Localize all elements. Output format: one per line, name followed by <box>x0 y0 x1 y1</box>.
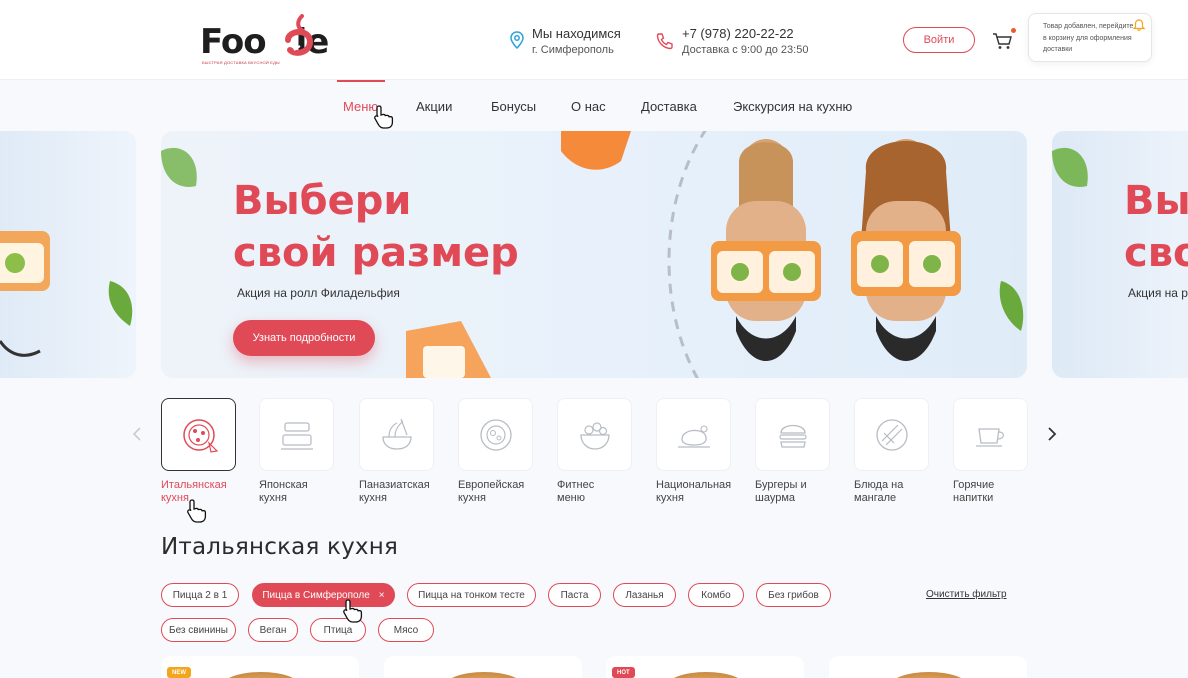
badge-hot: HOT <box>612 667 635 678</box>
location-title: Мы находимся <box>532 26 621 41</box>
banner-prev[interactable] <box>0 131 136 378</box>
grill-icon <box>875 418 908 451</box>
food-image <box>889 672 969 678</box>
banner-next[interactable]: Выб сво Акция на р <box>1052 131 1188 378</box>
location-block: Мы находимся г. Симферополь <box>510 26 621 56</box>
hand-cursor-icon <box>187 499 207 523</box>
bell-icon <box>1132 19 1146 31</box>
filter-chip[interactable]: Мясо <box>378 618 434 642</box>
nav-item-kitchen-tour[interactable]: Экскурсия на кухню <box>733 99 852 114</box>
nav-item-delivery[interactable]: Доставка <box>641 99 697 114</box>
filter-chip-active[interactable]: Пицца в Симферополе × <box>252 583 395 607</box>
phone-block: +7 (978) 220-22-22 Доставка с 9:00 до 23… <box>656 26 808 56</box>
category-grill[interactable]: Блюда на мангале <box>854 398 930 505</box>
logo-tagline: БЫСТРАЯ ДОСТАВКА ВКУСНОЙ ЕДЫ <box>202 60 280 65</box>
category-fitness[interactable]: Фитнес меню <box>557 398 633 505</box>
banner-title: Выбери свой размер <box>233 178 519 276</box>
close-icon[interactable]: × <box>379 590 385 601</box>
product-card[interactable]: NEW <box>161 656 359 678</box>
food-image <box>444 672 524 678</box>
food-image <box>221 672 301 678</box>
category-burgers[interactable]: Бургеры и шаурма <box>755 398 831 505</box>
roast-icon <box>677 424 710 448</box>
main-nav: Меню Акции Бонусы О нас Доставка Экскурс… <box>0 80 1188 130</box>
noodles-icon <box>381 418 412 450</box>
filter-chip[interactable]: Без свинины <box>161 618 236 642</box>
phone-number[interactable]: +7 (978) 220-22-22 <box>682 26 808 41</box>
badge-new: NEW <box>167 667 191 678</box>
section-title: Итальянская кухня <box>161 534 398 560</box>
product-card[interactable] <box>829 656 1027 678</box>
food-image <box>666 672 746 678</box>
filter-chip[interactable]: Паста <box>548 583 601 607</box>
promo-banner[interactable]: Выбери свой размер Акция на ролл Филадел… <box>161 131 1027 378</box>
category-hot-drinks[interactable]: Горячие напитки <box>953 398 1029 505</box>
chevron-left-icon[interactable] <box>131 426 143 442</box>
burger-icon <box>778 424 807 448</box>
coffee-icon <box>975 427 1004 447</box>
category-european[interactable]: Европейская кухня <box>458 398 534 505</box>
location-pin-icon <box>510 31 524 49</box>
banner-next-subtitle: Акция на р <box>1128 286 1188 300</box>
filter-chip[interactable]: Пицца на тонком тесте <box>407 583 536 607</box>
header: Foo ie БЫСТРАЯ ДОСТАВКА ВКУСНОЙ ЕДЫ Мы на… <box>0 0 1188 80</box>
filter-chip[interactable]: Пицца 2 в 1 <box>161 583 239 607</box>
details-button[interactable]: Узнать подробности <box>233 320 375 356</box>
cart-toast: Товар добавлен, перейдите в корзину для … <box>1028 13 1152 62</box>
models-with-sushi-image <box>711 139 961 361</box>
nav-active-underline <box>337 80 385 82</box>
logo[interactable]: Foo ie БЫСТРАЯ ДОСТАВКА ВКУСНОЙ ЕДЫ <box>200 14 340 68</box>
filter-chip[interactable]: Без грибов <box>756 583 831 607</box>
phone-icon <box>656 33 673 50</box>
sushi-roll-image <box>0 231 133 357</box>
cart-notification-dot <box>1011 28 1016 33</box>
product-card[interactable] <box>384 656 582 678</box>
pizza-icon <box>182 418 218 453</box>
product-card[interactable]: HOT <box>606 656 804 678</box>
shrimp-logo-icon <box>285 14 314 56</box>
plate-icon <box>479 418 512 451</box>
category-panasian[interactable]: Паназиатская кухня <box>359 398 435 505</box>
nav-item-about[interactable]: О нас <box>571 99 606 114</box>
hand-cursor-icon <box>343 599 363 623</box>
hand-cursor-icon <box>374 105 394 129</box>
nav-item-promotions[interactable]: Акции <box>416 99 452 114</box>
toast-text: Товар добавлен, перейдите в корзину для … <box>1043 23 1134 53</box>
filter-chip[interactable]: Лазанья <box>613 583 676 607</box>
banner-next-title: Выб сво <box>1124 178 1188 276</box>
salad-icon <box>579 421 610 450</box>
delivery-hours: Доставка с 9:00 до 23:50 <box>682 44 809 56</box>
nav-item-bonuses[interactable]: Бонусы <box>491 99 536 114</box>
filter-chip[interactable]: Веган <box>248 618 298 642</box>
filter-chip[interactable]: Комбо <box>688 583 744 607</box>
category-national[interactable]: Национальная кухня <box>656 398 732 505</box>
banner-subtitle: Акция на ролл Филадельфия <box>237 286 400 300</box>
chevron-right-icon[interactable] <box>1046 426 1058 442</box>
login-button[interactable]: Войти <box>903 27 975 53</box>
category-japanese[interactable]: Японская кухня <box>259 398 335 505</box>
location-city: г. Симферополь <box>532 44 614 56</box>
cart-icon[interactable] <box>992 32 1014 50</box>
category-italian[interactable]: Итальянская кухня <box>161 398 237 505</box>
bento-icon <box>280 421 313 450</box>
clear-filter-link[interactable]: Очистить фильтр <box>926 589 1007 600</box>
